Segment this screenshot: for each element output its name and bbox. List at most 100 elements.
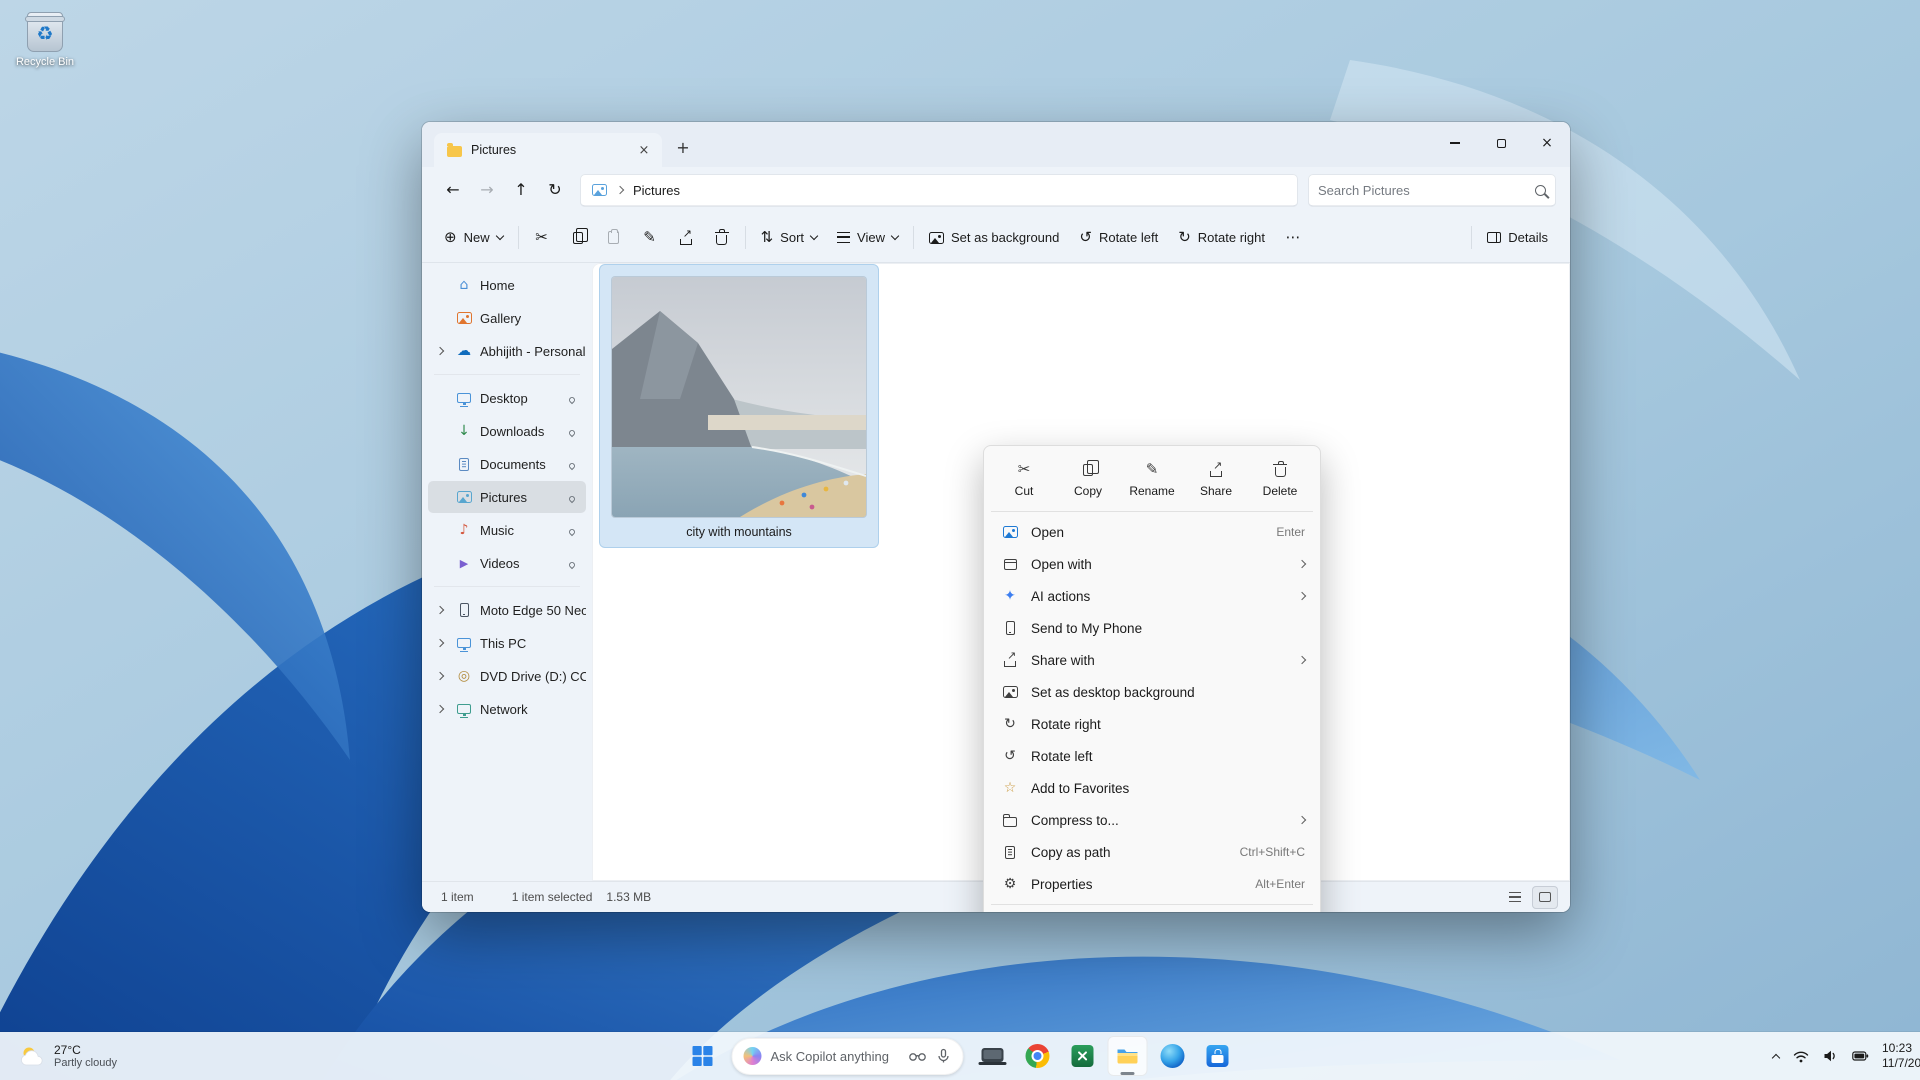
menu-item-send-to-my-phone[interactable]: Send to My Phone [988, 612, 1316, 644]
sidebar-item-moto-edge-50-neo[interactable]: Moto Edge 50 Neo [428, 594, 586, 626]
share-button[interactable] [668, 220, 704, 256]
taskbar-app-store[interactable] [1198, 1036, 1238, 1076]
share-button[interactable]: Share [1184, 452, 1248, 503]
recycle-bin-label: Recycle Bin [10, 56, 80, 68]
view-button[interactable]: View [827, 220, 908, 256]
see-more-button[interactable]: ⋯ [1275, 220, 1311, 256]
rotate-right-button[interactable]: ↻ Rotate right [1168, 220, 1275, 256]
delete-button[interactable]: Delete [1248, 452, 1312, 503]
tab-close-icon[interactable]: × [634, 140, 654, 160]
menu-item-copy-as-path[interactable]: Copy as path Ctrl+Shift+C [988, 836, 1316, 868]
delete-button[interactable] [704, 220, 740, 256]
menu-item-onedrive[interactable]: ☁ OneDrive [988, 909, 1316, 912]
minimize-button[interactable] [1432, 122, 1478, 164]
menu-item-rotate-right[interactable]: ↻ Rotate right [988, 708, 1316, 740]
expand-chevron-icon[interactable] [436, 672, 444, 680]
weather-widget[interactable]: 27°C Partly cloudy [10, 1032, 125, 1080]
details-view-toggle[interactable] [1502, 886, 1528, 909]
cut-button[interactable]: ✂ Cut [992, 452, 1056, 503]
separator [1471, 226, 1472, 249]
copilot-vision-glasses-icon[interactable] [909, 1050, 927, 1062]
rename-button[interactable]: ✎ [632, 220, 668, 256]
sidebar-item-pictures[interactable]: Pictures [428, 481, 586, 513]
pin-icon [569, 424, 575, 439]
sort-button[interactable]: ⇅ Sort [751, 220, 827, 256]
battery-button[interactable] [1845, 1038, 1876, 1074]
expand-chevron-icon[interactable] [436, 639, 444, 647]
taskbar-app-edge[interactable] [1153, 1036, 1193, 1076]
excel-icon [1072, 1045, 1094, 1067]
start-button[interactable] [683, 1036, 723, 1076]
refresh-button[interactable]: ↻ [538, 173, 572, 207]
sidebar-item-network[interactable]: Network [428, 693, 586, 725]
sidebar-item-downloads[interactable]: ↓ Downloads [428, 415, 586, 447]
wifi-button[interactable] [1786, 1038, 1816, 1074]
taskbar-app-device[interactable] [973, 1036, 1013, 1076]
copilot-search-placeholder: Ask Copilot anything [771, 1049, 900, 1064]
copilot-search-box[interactable]: Ask Copilot anything [732, 1038, 964, 1075]
rotate-left-button[interactable]: ↺ Rotate left [1069, 220, 1168, 256]
menu-item-add-to-favorites[interactable]: ☆ Add to Favorites [988, 772, 1316, 804]
sidebar-item-this-pc[interactable]: This PC [428, 627, 586, 659]
breadcrumb-chevron-icon [616, 186, 624, 194]
windows-logo-icon [692, 1045, 714, 1067]
selection-size: 1.53 MB [606, 890, 651, 904]
tab-pictures[interactable]: Pictures × [434, 133, 662, 167]
paste-button[interactable] [596, 220, 632, 256]
close-button[interactable]: × [1524, 122, 1570, 164]
menu-item-compress-to[interactable]: Compress to... [988, 804, 1316, 836]
taskbar-app-chrome[interactable] [1018, 1036, 1058, 1076]
expand-chevron-icon[interactable] [436, 705, 444, 713]
sidebar-item-home[interactable]: ⌂ Home [428, 269, 586, 301]
phone-icon [455, 603, 473, 617]
expand-chevron-icon[interactable] [436, 347, 444, 355]
menu-item-share-with[interactable]: Share with [988, 644, 1316, 676]
rename-button[interactable]: ✎ Rename [1120, 452, 1184, 503]
sidebar-item-desktop[interactable]: Desktop [428, 382, 586, 414]
menu-item-open-with[interactable]: Open with [988, 548, 1316, 580]
forward-button[interactable]: → [470, 173, 504, 207]
file-list-area[interactable]: city with mountains ✂ Cut Copy ✎ Rename [592, 263, 1570, 881]
copy-button[interactable] [560, 220, 596, 256]
menu-item-open[interactable]: Open Enter [988, 516, 1316, 548]
submenu-chevron-icon [1298, 560, 1306, 568]
chrome-icon [1026, 1044, 1050, 1068]
up-button[interactable]: ↑ [504, 173, 538, 207]
new-tab-button[interactable]: + [668, 133, 698, 163]
sidebar-item-onedrive-personal[interactable]: ☁ Abhijith - Personal [428, 335, 586, 367]
microphone-icon[interactable] [936, 1048, 952, 1064]
recycle-bin[interactable]: ♻ Recycle Bin [10, 12, 80, 68]
search-box [1308, 174, 1556, 207]
menu-item-rotate-left[interactable]: ↺ Rotate left [988, 740, 1316, 772]
file-tile-selected[interactable]: city with mountains [600, 265, 878, 547]
maximize-button[interactable] [1478, 122, 1524, 164]
cut-button[interactable]: ✂ [524, 220, 560, 256]
edge-icon [1161, 1044, 1185, 1068]
search-input[interactable] [1318, 183, 1535, 198]
chevron-down-icon [891, 232, 899, 240]
sidebar-item-gallery[interactable]: Gallery [428, 302, 586, 334]
new-button[interactable]: ⊕ New [434, 220, 513, 256]
folder-icon [447, 146, 462, 157]
menu-item-ai-actions[interactable]: ✦ AI actions [988, 580, 1316, 612]
sidebar-item-music[interactable]: ♪ Music [428, 514, 586, 546]
menu-item-properties[interactable]: ⚙ Properties Alt+Enter [988, 868, 1316, 900]
hidden-icons-button[interactable] [1766, 1038, 1786, 1074]
taskbar-app-excel[interactable] [1063, 1036, 1103, 1076]
copy-button[interactable]: Copy [1056, 452, 1120, 503]
cut-icon: ✂ [1018, 461, 1031, 478]
sidebar-item-dvd-drive[interactable]: ◎ DVD Drive (D:) CCC [428, 660, 586, 692]
set-as-background-button[interactable]: Set as background [919, 220, 1069, 256]
volume-button[interactable] [1816, 1038, 1845, 1074]
taskbar-app-file-explorer[interactable] [1108, 1036, 1148, 1076]
sidebar-item-videos[interactable]: ▶ Videos [428, 547, 586, 579]
details-button[interactable]: Details [1477, 220, 1558, 256]
sidebar-item-documents[interactable]: Documents [428, 448, 586, 480]
menu-item-set-as-desktop-background[interactable]: Set as desktop background [988, 676, 1316, 708]
clock[interactable]: 10:23 11/7/2025 [1882, 1041, 1920, 1071]
address-bar[interactable]: Pictures [580, 174, 1298, 207]
back-button[interactable]: ← [436, 173, 470, 207]
expand-chevron-icon[interactable] [436, 606, 444, 614]
videos-icon: ▶ [455, 558, 473, 569]
large-thumbnails-toggle[interactable] [1532, 886, 1558, 909]
